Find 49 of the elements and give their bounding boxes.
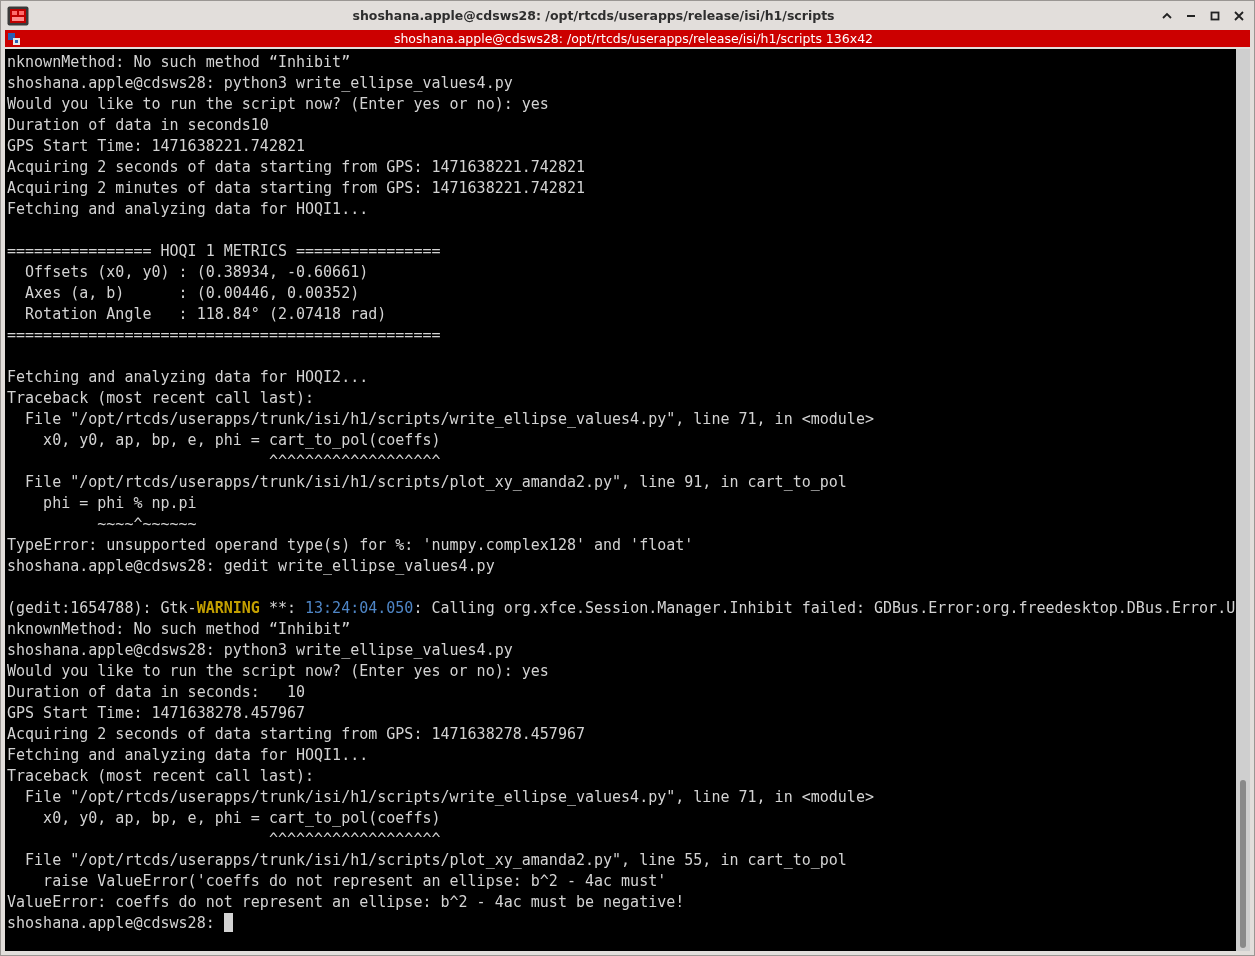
minimize-icon [1187, 14, 1195, 17]
maximize-icon [1210, 10, 1220, 21]
chevron-up-icon [1162, 12, 1172, 19]
terminal-line: Fetching and analyzing data for HOQI2... [7, 367, 370, 388]
terminal-icon [8, 32, 20, 45]
terminal-line: ================================================ [7, 325, 442, 346]
scrollbar[interactable] [1236, 49, 1250, 951]
terminal-line: Duration of data in seconds10 [7, 115, 270, 136]
terminal-line: File "/opt/rtcds/userapps/trunk/isi/h1/scripts/plot_xy_amanda2.py", line 91, in cart_to_pol [24, 472, 848, 493]
terminal-line: File "/opt/rtcds/userapps/trunk/isi/h1/scripts/write_ellipse_values4.py", line 71, in <module> [24, 787, 875, 808]
terminal-line: File "/opt/rtcds/userapps/trunk/isi/h1/scripts/plot_xy_amanda2.py", line 55, in cart_to_pol [24, 850, 848, 871]
terminal-line: Duration of data in seconds: 10 [7, 682, 306, 703]
terminal-line: nknownMethod: No such method “Inhibit” [7, 619, 352, 640]
terminal-line: nknownMethod: No such method “Inhibit” [7, 52, 352, 73]
terminal-line: raise ValueError('coeffs do not represent an ellipse: b^2 - 4ac must' [42, 871, 668, 892]
terminal-line: Offsets (x0, y0) : (0.38934, -0.60661) [24, 262, 370, 283]
terminal-line: Acquiring 2 seconds of data starting from GPS: 1471638278.457967 [7, 724, 586, 745]
terminal-line: GPS Start Time: 1471638278.457967 [7, 703, 306, 724]
terminal-title: shoshana.apple@cdsws28: /opt/rtcds/userapps/release/isi/h1/scripts 136x42 [392, 31, 875, 46]
terminal-line: Would you like to run the script now? (Enter yes or no): yes [7, 661, 550, 682]
terminal-line: Would you like to run the script now? (Enter yes or no): yes [7, 94, 550, 115]
terminal-line: shoshana.apple@cdsws28: [7, 914, 216, 932]
terminal-line: File "/opt/rtcds/userapps/trunk/isi/h1/scripts/write_ellipse_values4.py", line 71, in <module> [24, 409, 875, 430]
window-title: shoshana.apple@cdsws28: /opt/rtcds/userapps/release/isi/h1/scripts [351, 8, 836, 23]
terminal-line: shoshana.apple@cdsws28: python3 write_ellipse_values4.py [7, 640, 514, 661]
terminal-line: Acquiring 2 minutes of data starting from GPS: 1471638221.742821 [7, 178, 586, 199]
close-icon [1234, 10, 1244, 21]
terminal-line: x0, y0, ap, bp, e, phi = cart_to_pol(coeffs) [42, 808, 442, 829]
terminal-line: Acquiring 2 seconds of data starting from GPS: 1471638221.742821 [7, 157, 586, 178]
terminal-line: shoshana.apple@cdsws28: gedit write_ellipse_values4.py [7, 556, 496, 577]
terminal-line: (gedit:1654788): Gtk-WARNING **: 13:24:04.050: Calling org.xfce.Session.Manager.Inhibit failed: GDBus.Error:org.freedesktop.DBus.Error.U [7, 598, 1236, 619]
terminal-line: ~~~~^~~~~~~ [96, 514, 198, 535]
terminal-line: Rotation Angle : 118.84° (2.07418 rad) [24, 304, 388, 325]
terminal-line: Traceback (most recent call last): [7, 388, 316, 409]
terminal-line: ================ HOQI 1 METRICS ================ [7, 241, 442, 262]
terminal-line: Traceback (most recent call last): [7, 766, 316, 787]
terminal-line: ValueError: coeffs do not represent an ellipse: b^2 - 4ac must be negative! [7, 892, 686, 913]
terminal-line: Fetching and analyzing data for HOQI1... [7, 745, 370, 766]
terminal-line: x0, y0, ap, bp, e, phi = cart_to_pol(coeffs) [42, 430, 442, 451]
scrollbar-thumb[interactable] [1240, 780, 1246, 948]
terminal-line: GPS Start Time: 1471638221.742821 [7, 136, 306, 157]
terminal-line: ^^^^^^^^^^^^^^^^^^^ [267, 829, 442, 850]
terminal-line: ^^^^^^^^^^^^^^^^^^^ [267, 451, 442, 472]
terminal-line: Axes (a, b) : (0.00446, 0.00352) [24, 283, 361, 304]
terminal-line: Fetching and analyzing data for HOQI1... [7, 199, 370, 220]
app-icon [7, 5, 29, 26]
terminal-line: phi = phi % np.pi [42, 493, 198, 514]
terminal-line: TypeError: unsupported operand type(s) for %: 'numpy.complex128' and 'float' [7, 535, 695, 556]
terminal-line: shoshana.apple@cdsws28: python3 write_ellipse_values4.py [7, 73, 514, 94]
